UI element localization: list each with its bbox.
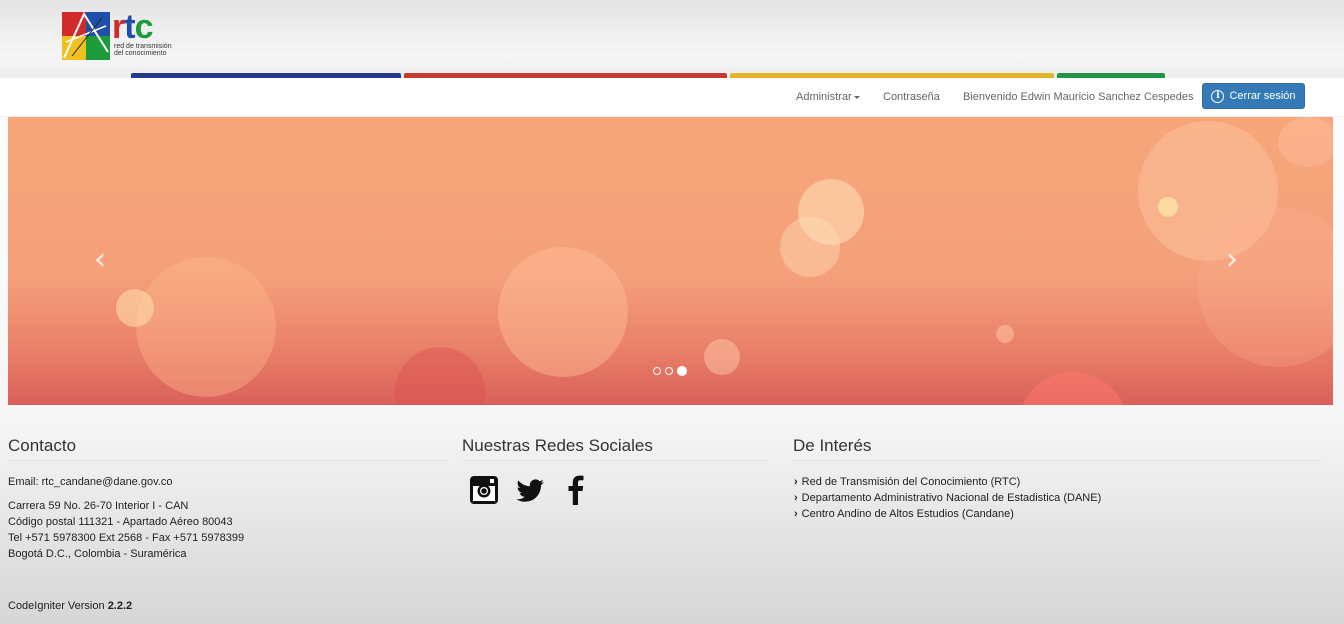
logo-letter-t: t [124, 8, 135, 46]
carousel-next-button[interactable]: › [1226, 245, 1238, 275]
bokeh-decoration [1278, 117, 1333, 167]
social-links [468, 474, 592, 506]
logo-tagline: red de transmisión del conocimiento [114, 43, 184, 57]
info-icon: i [1211, 89, 1225, 103]
logo-tagline-line-2: del conocimiento [114, 50, 167, 57]
bokeh-decoration [1158, 197, 1178, 217]
instagram-icon[interactable] [468, 474, 500, 506]
interest-link-label: Red de Transmisión del Conocimiento (RTC… [801, 476, 1021, 488]
rtc-logo[interactable]: rtc red de transmisión del conocimiento [62, 10, 184, 62]
nav-welcome-text: Bienvenido Edwin Mauricio Sanchez Cesped… [963, 91, 1194, 103]
header: rtc red de transmisión del conocimiento [0, 0, 1344, 78]
twitter-icon[interactable] [514, 474, 546, 506]
bokeh-decoration [395, 347, 485, 405]
logo-letter-r: r [112, 8, 125, 46]
logo-square-icon [62, 12, 110, 60]
contact-address: Carrera 59 No. 26-70 Interior I - CAN [8, 500, 189, 512]
carousel-indicator-3[interactable] [677, 366, 687, 376]
chevron-right-icon: › [794, 508, 798, 520]
logo-wordmark: rtc [112, 10, 153, 44]
image-carousel[interactable]: ‹ › [8, 117, 1333, 405]
version-number: 2.2.2 [107, 600, 133, 612]
logout-button[interactable]: i Cerrar sesión [1202, 83, 1305, 109]
interest-link-label: Centro Andino de Altos Estudios (Candane… [801, 508, 1014, 520]
bokeh-decoration [996, 325, 1014, 343]
interest-link-rtc[interactable]: › Red de Transmisión del Conocimiento (RT… [794, 476, 1020, 488]
bokeh-decoration [136, 257, 276, 397]
contact-email: Email: rtc_candane@dane.gov.co [8, 476, 173, 488]
carousel-indicator-2[interactable] [665, 367, 673, 375]
facebook-icon[interactable] [560, 474, 592, 506]
chevron-right-icon: › [1226, 242, 1238, 277]
interest-link-dane[interactable]: › Departamento Administrativo Nacional de… [794, 492, 1101, 504]
framework-version: CodeIgniter Version 2.2.2 [8, 600, 132, 612]
bokeh-decoration [1018, 372, 1128, 405]
contact-phone: Tel +571 5978300 Ext 2568 - Fax +571 597… [8, 532, 245, 544]
bokeh-decoration [116, 289, 154, 327]
interest-title: De Interés [793, 436, 1321, 461]
contact-city: Bogotá D.C., Colombia - Suramérica [8, 548, 187, 560]
logo-tagline-line-1: red de transmisión [114, 43, 172, 50]
chevron-left-icon: ‹ [94, 242, 106, 277]
logout-label: Cerrar sesión [1229, 90, 1296, 102]
chevron-right-icon: › [794, 492, 798, 504]
bokeh-decoration [798, 179, 864, 245]
bokeh-decoration [704, 339, 740, 375]
carousel-prev-button[interactable]: ‹ [94, 245, 106, 275]
chevron-right-icon: › [794, 476, 798, 488]
interest-link-candane[interactable]: › Centro Andino de Altos Estudios (Candan… [794, 508, 1014, 520]
caret-down-icon [853, 95, 860, 99]
bokeh-decoration [498, 247, 628, 377]
top-navbar: Administrar Contraseña Bienvenido Edwin … [0, 78, 1344, 117]
contact-postal: Código postal 111321 - Apartado Aéreo 80… [8, 516, 233, 528]
nav-admin-label: Administrar [796, 91, 852, 103]
carousel-indicator-1[interactable] [653, 367, 661, 375]
nav-admin-dropdown[interactable]: Administrar [796, 91, 860, 103]
logo-letter-c: c [134, 8, 154, 46]
nav-password-link[interactable]: Contraseña [883, 91, 940, 103]
carousel-indicators [653, 366, 687, 376]
social-title: Nuestras Redes Sociales [462, 436, 768, 461]
contact-title: Contacto [8, 436, 448, 461]
version-label: CodeIgniter Version [8, 600, 105, 612]
interest-link-label: Departamento Administrativo Nacional de … [801, 492, 1102, 504]
